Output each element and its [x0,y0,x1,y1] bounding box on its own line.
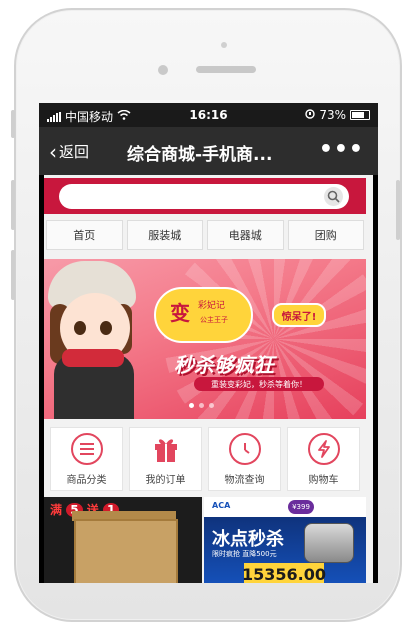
more-menu-button[interactable]: ••• [319,137,364,162]
tab-home[interactable]: 首页 [46,220,123,250]
brand-logo: ACA [212,501,231,510]
back-button[interactable]: ‹ 返回 [49,141,89,162]
shortcut-label: 购物车 [308,475,339,486]
page-title: 综合商城-手机商... [127,145,273,165]
bubble-sub-text: 彩妃记 [198,301,226,311]
banner-slogan: 秒杀够疯狂 [174,353,274,377]
banner-tag: 惊呆了! [272,303,326,327]
web-content: 首页 服装城 电器城 团购 变 彩妃记 公主王子 惊呆了! 秒杀够疯狂 重装变彩… [44,175,373,583]
promo-banner[interactable]: 变 彩妃记 公主王子 惊呆了! 秒杀够疯狂 重装变彩妃，秒杀等着你！ [44,259,366,419]
shortcut-label: 我的订单 [145,475,186,486]
promo-title: 冰点秒杀 [212,529,284,550]
search-button[interactable] [324,187,343,206]
bubble-main-text: 变 [170,301,190,325]
volume-up-button [11,180,15,230]
gift-icon [150,433,182,465]
shortcut-label: 商品分类 [66,475,107,486]
promo-header: ACA ¥399 [204,497,366,517]
carousel-dot[interactable] [189,403,194,408]
chevron-left-icon: ‹ [49,139,57,164]
list-icon [70,433,103,465]
rotation-lock-icon [305,108,316,122]
power-button [396,180,400,240]
promo-card-right[interactable]: ACA ¥399 冰点秒杀 限时疯抢 直降500元 15356.00 [204,497,366,583]
promo-card-left[interactable]: 满 5 送 1 [44,497,202,583]
promo-price-banner: 15356.00 [242,563,327,583]
banner-logo-bubble: 变 彩妃记 公主王子 [154,287,253,343]
battery-percent: 73% [319,108,346,122]
rice-cooker-image [304,523,354,563]
carousel-dot[interactable] [209,403,214,408]
girl-scarf [62,349,124,367]
promo-row: 满 5 送 1 ACA ¥399 冰点秒杀 限时疯抢 直降500元 15356.… [44,497,373,583]
battery-icon [350,110,370,120]
price-badge: ¥399 [288,500,314,514]
mute-switch [11,110,15,138]
phone-screen: 中国移动 16:16 73% ‹ 返回 综合商城-手机商... ••• 首页 服… [39,103,378,583]
nav-bar: ‹ 返回 综合商城-手机商... ••• [39,127,378,175]
carousel-dots [189,403,214,408]
tab-group-buy[interactable]: 团购 [287,220,364,250]
search-bar [44,178,366,214]
shortcut-label: 物流查询 [224,475,265,486]
tab-clothing[interactable]: 服装城 [126,220,203,250]
sensor-dot [221,42,227,48]
lightning-icon [307,433,340,465]
clock-icon [228,433,261,465]
gift-box-image [74,519,178,583]
banner-ribbon: 重装变彩妃，秒杀等着你！ [194,377,324,391]
bubble-sub-text-2: 公主王子 [200,316,228,324]
volume-down-button [11,250,15,300]
shortcut-categories[interactable]: 商品分类 [50,427,123,491]
search-input[interactable] [59,184,349,209]
tab-electronics[interactable]: 电器城 [207,220,284,250]
promo-subtitle: 限时疯抢 直降500元 [212,550,277,558]
earpiece-speaker [196,66,256,73]
shortcut-cart[interactable]: 购物车 [287,427,360,491]
carousel-dot[interactable] [199,403,204,408]
front-camera [158,65,168,75]
shortcut-logistics[interactable]: 物流查询 [208,427,281,491]
back-label: 返回 [59,143,90,161]
girl-eye-left [74,321,86,335]
shortcut-orders[interactable]: 我的订单 [129,427,202,491]
girl-eye-right [100,321,112,335]
category-tabs: 首页 服装城 电器城 团购 [44,220,366,250]
badge-text: 满 [50,503,63,517]
search-icon [327,190,340,203]
shortcut-grid: 商品分类 我的订单 物流查询 购物车 [44,427,366,491]
status-bar: 中国移动 16:16 73% [39,103,378,127]
